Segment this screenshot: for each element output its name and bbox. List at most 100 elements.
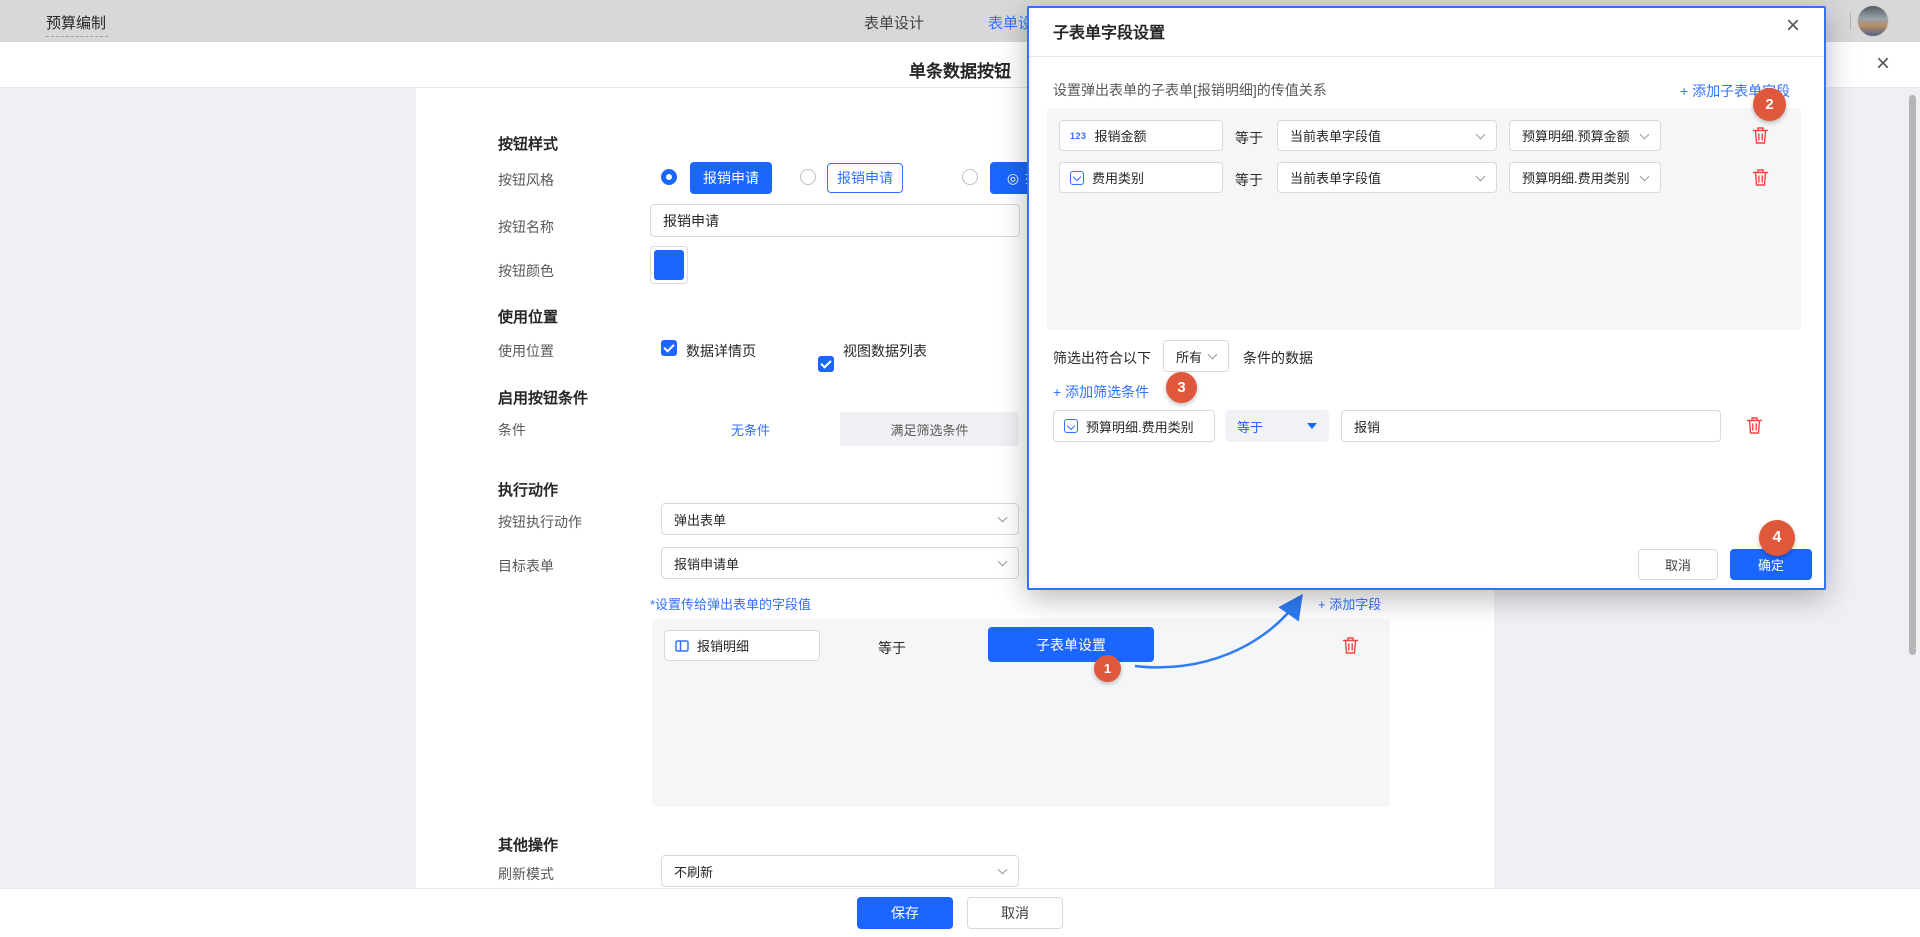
vertical-scrollbar[interactable] — [1909, 95, 1916, 655]
button-action-dropdown[interactable]: 弹出表单 — [661, 503, 1019, 535]
chevron-down-icon — [1476, 129, 1486, 139]
delete-condition-row-icon[interactable] — [1746, 416, 1763, 435]
subform-equals-label: 等于 — [878, 638, 906, 658]
triangle-down-icon — [1307, 423, 1317, 429]
label-usage-position: 使用位置 — [498, 341, 554, 361]
page-close-icon[interactable]: × — [1876, 52, 1890, 76]
cancel-button[interactable]: 取消 — [967, 897, 1063, 929]
tab-form-design[interactable]: 表单设计 — [864, 12, 924, 33]
radio-style-outline[interactable] — [800, 169, 816, 185]
mapping-field-label: 报销金额 — [1095, 126, 1147, 145]
radio-style-icon[interactable] — [962, 169, 978, 185]
button-action-value: 弹出表单 — [674, 510, 726, 529]
button-name-input[interactable] — [650, 204, 1020, 237]
checkbox-view-list-label: 视图数据列表 — [843, 341, 927, 361]
condition-operator-dropdown[interactable]: 等于 — [1225, 410, 1329, 442]
checkbox-view-list[interactable] — [818, 356, 834, 372]
chevron-down-icon — [1476, 171, 1486, 181]
step-badge-3: 3 — [1166, 372, 1197, 403]
target-form-value: 报销申请单 — [674, 554, 739, 573]
filter-mode-value: 所有 — [1176, 347, 1202, 366]
delete-mapping-row-icon[interactable] — [1752, 168, 1769, 187]
chevron-down-icon — [998, 557, 1008, 567]
condition-operator-value: 等于 — [1237, 417, 1263, 436]
segment-filter-condition[interactable]: 满足筛选条件 — [840, 412, 1019, 446]
user-avatar[interactable] — [1857, 5, 1889, 37]
checkbox-data-detail-label: 数据详情页 — [686, 341, 756, 361]
number-field-icon: 123 — [1070, 131, 1087, 141]
mapping-source-value: 当前表单字段值 — [1290, 126, 1381, 145]
target-icon: ◎ — [1007, 170, 1019, 187]
segment-no-condition[interactable]: 无条件 — [661, 412, 840, 446]
refresh-mode-value: 不刷新 — [674, 862, 713, 881]
refresh-mode-dropdown[interactable]: 不刷新 — [661, 855, 1019, 887]
delete-mapping-row-icon[interactable] — [1752, 126, 1769, 145]
filter-mode-dropdown[interactable]: 所有 — [1163, 340, 1229, 372]
mapping-field-label: 费用类别 — [1092, 168, 1144, 187]
label-target-form: 目标表单 — [498, 556, 554, 576]
mapping-source-dropdown[interactable]: 当前表单字段值 — [1277, 162, 1497, 193]
field-values-label: *设置传给弹出表单的字段值 — [650, 594, 811, 613]
mapping-field-box[interactable]: 123 报销金额 — [1059, 120, 1223, 151]
select-field-icon — [1070, 171, 1084, 185]
mapping-target-dropdown[interactable]: 预算明细.费用类别 — [1509, 162, 1661, 193]
screen: 预算编制 表单设计 表单设置 单条数据按钮 × 按钮样式 按钮风格 报销申请 报… — [0, 0, 1920, 937]
style-preview-solid-button[interactable]: 报销申请 — [690, 162, 772, 194]
condition-segmented-control: 无条件 满足筛选条件 — [661, 412, 1019, 446]
mapping-target-value: 预算明细.预算金额 — [1522, 126, 1630, 145]
step-badge-1: 1 — [1094, 655, 1121, 682]
dialog-close-icon[interactable]: × — [1786, 14, 1800, 38]
breadcrumb[interactable]: 预算编制 — [46, 12, 106, 33]
chevron-down-icon — [998, 513, 1008, 523]
section-action: 执行动作 — [498, 479, 558, 500]
delete-subform-row-icon[interactable] — [1342, 636, 1359, 655]
target-form-dropdown[interactable]: 报销申请单 — [661, 547, 1019, 579]
mapping-field-box[interactable]: 费用类别 — [1059, 162, 1223, 193]
dialog-header-divider — [1029, 56, 1824, 57]
save-button[interactable]: 保存 — [857, 897, 953, 929]
mapping-target-dropdown[interactable]: 预算明细.预算金额 — [1509, 120, 1661, 151]
checkbox-data-detail[interactable] — [661, 340, 677, 356]
topbar-divider — [1850, 12, 1851, 30]
condition-value-input[interactable] — [1341, 410, 1721, 442]
dialog-cancel-button[interactable]: 取消 — [1638, 549, 1718, 580]
select-field-icon — [1064, 419, 1078, 433]
breadcrumb-underline — [46, 36, 108, 37]
page-footer-bar — [0, 888, 1920, 937]
mapping-equals-label: 等于 — [1235, 128, 1263, 148]
mapping-source-dropdown[interactable]: 当前表单字段值 — [1277, 120, 1497, 151]
label-button-style: 按钮风格 — [498, 170, 554, 190]
step-badge-2: 2 — [1753, 88, 1786, 121]
label-button-name: 按钮名称 — [498, 217, 554, 237]
radio-style-solid[interactable] — [661, 169, 677, 185]
label-button-color: 按钮颜色 — [498, 261, 554, 281]
style-preview-outline-button[interactable]: 报销申请 — [827, 163, 903, 193]
chevron-down-icon — [1640, 171, 1650, 181]
subform-field-box[interactable]: 报销明细 — [664, 630, 820, 661]
filter-prefix-label: 筛选出符合以下 — [1053, 348, 1151, 368]
label-button-action: 按钮执行动作 — [498, 512, 582, 532]
section-usage-position: 使用位置 — [498, 306, 558, 327]
button-color-picker[interactable] — [650, 246, 688, 284]
section-other: 其他操作 — [498, 834, 558, 855]
label-condition: 条件 — [498, 420, 526, 440]
subform-field-label: 报销明细 — [697, 636, 749, 655]
filter-suffix-label: 条件的数据 — [1243, 348, 1313, 368]
subform-icon — [675, 639, 689, 653]
mapping-equals-label: 等于 — [1235, 170, 1263, 190]
color-swatch — [654, 250, 684, 280]
condition-field-label: 预算明细.费用类别 — [1086, 417, 1194, 436]
chevron-down-icon — [998, 865, 1008, 875]
condition-field-box[interactable]: 预算明细.费用类别 — [1053, 410, 1215, 442]
add-filter-condition-link[interactable]: + 添加筛选条件 — [1053, 382, 1149, 402]
section-enable-condition: 启用按钮条件 — [498, 387, 588, 408]
label-refresh-mode: 刷新模式 — [498, 864, 554, 884]
section-button-style: 按钮样式 — [498, 133, 558, 154]
mapping-source-value: 当前表单字段值 — [1290, 168, 1381, 187]
dialog-description: 设置弹出表单的子表单[报销明细]的传值关系 — [1053, 80, 1327, 100]
step-badge-4: 4 — [1759, 520, 1795, 556]
mapping-target-value: 预算明细.费用类别 — [1522, 168, 1630, 187]
chevron-down-icon — [1208, 350, 1218, 360]
dialog-title: 子表单字段设置 — [1053, 19, 1165, 43]
chevron-down-icon — [1640, 129, 1650, 139]
